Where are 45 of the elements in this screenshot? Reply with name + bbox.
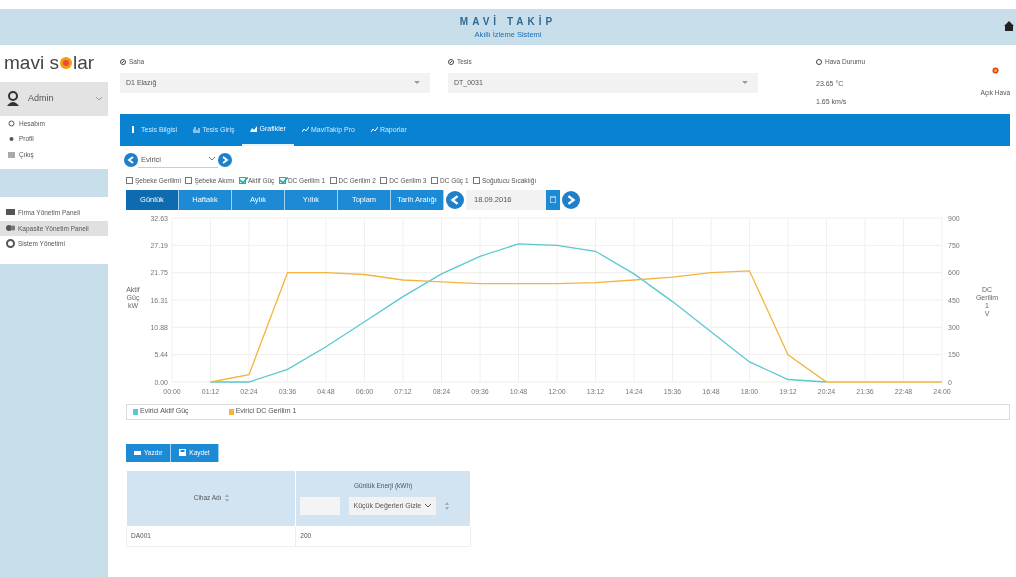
logo-text: lar <box>72 51 95 75</box>
filter-input[interactable] <box>299 496 340 515</box>
caret-icon <box>425 503 432 508</box>
check-icon <box>240 177 248 185</box>
checkbox[interactable] <box>185 177 193 185</box>
edit-icon <box>120 58 126 65</box>
checkbox[interactable] <box>329 177 337 185</box>
caret-icon <box>414 80 420 85</box>
caret-icon[interactable] <box>96 96 102 101</box>
app-title: MAVİ TAKİP <box>459 14 557 29</box>
logo-text: mavi s <box>4 51 59 75</box>
edit-icon <box>448 58 454 65</box>
menu-icon <box>8 151 15 159</box>
sun-icon <box>58 56 73 71</box>
next-date-button[interactable] <box>562 190 580 209</box>
caret-icon <box>209 157 215 162</box>
tab-icon <box>301 126 309 134</box>
panel-icon <box>6 239 15 249</box>
checkbox[interactable] <box>380 177 388 185</box>
previous-button[interactable] <box>124 152 138 167</box>
next-button[interactable] <box>218 152 232 167</box>
home-icon[interactable] <box>1004 21 1014 31</box>
user-icon <box>6 91 20 106</box>
floppy-icon <box>179 449 187 456</box>
panel-icon <box>6 207 15 217</box>
checkbox[interactable] <box>473 177 481 185</box>
calendar-button[interactable] <box>546 189 560 210</box>
weather-icon <box>816 58 822 65</box>
calendar-icon <box>550 196 556 203</box>
tab-icon <box>250 125 258 133</box>
tab-icon <box>193 126 201 134</box>
printer-icon <box>134 449 141 456</box>
check-icon <box>279 177 288 185</box>
tab-icon <box>370 126 378 134</box>
caret-icon <box>742 80 748 85</box>
checkbox[interactable] <box>239 177 246 185</box>
legend-swatch <box>228 408 234 415</box>
checkbox[interactable] <box>431 177 438 185</box>
panel-icon <box>6 223 15 233</box>
legend-swatch <box>133 408 138 415</box>
sun-icon <box>991 67 999 74</box>
user-name: Admin <box>28 91 54 105</box>
previous-date-button[interactable] <box>446 190 464 209</box>
checkbox[interactable] <box>278 177 286 185</box>
checkbox[interactable] <box>126 177 133 185</box>
